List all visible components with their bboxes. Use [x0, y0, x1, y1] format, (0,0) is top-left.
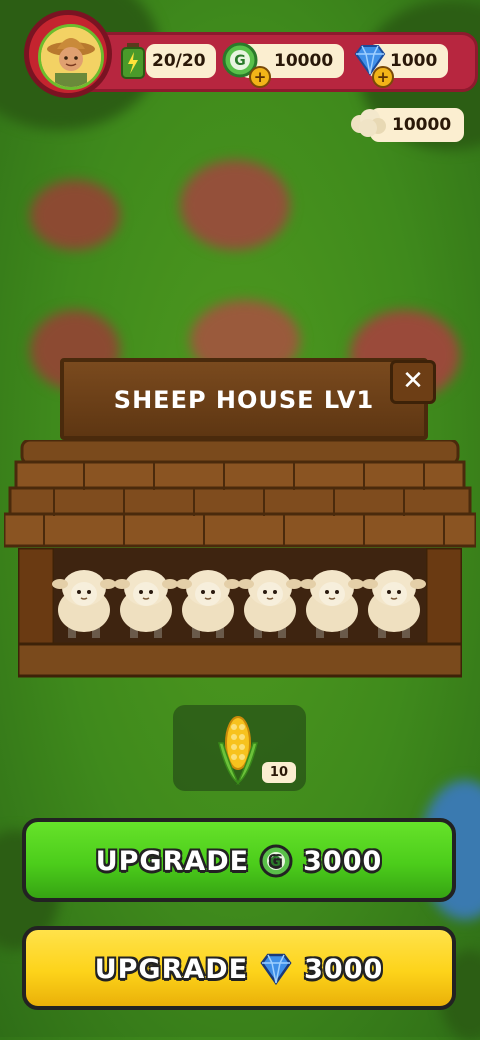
wool-value: 10000 — [392, 115, 452, 135]
sheep-icon[interactable] — [300, 562, 364, 642]
energy-icon — [120, 42, 146, 80]
upgrade-label: UPGRADE — [94, 953, 249, 985]
add-coins-button[interactable]: + — [249, 66, 271, 88]
sheep-house-roof — [2, 438, 478, 550]
wool-icon — [348, 106, 388, 140]
upgrade-price: 3000 — [303, 845, 383, 877]
upgrade-label: UPGRADE — [95, 845, 250, 877]
feed-resource-tile[interactable]: 10 — [173, 705, 306, 791]
svg-text:G: G — [234, 53, 246, 69]
upgrade-price: 3000 — [304, 953, 384, 985]
gem-value: 1000 — [390, 51, 438, 71]
building-title-sign: SHEEP HOUSE LV1 — [60, 358, 428, 440]
coin-icon: G — [259, 844, 293, 878]
sheep-icon[interactable] — [176, 562, 240, 642]
energy-value: 20/20 — [152, 51, 206, 71]
sheep-icon[interactable] — [362, 562, 426, 642]
sheep-icon[interactable] — [114, 562, 178, 642]
farmer-avatar-icon — [38, 24, 104, 90]
add-gems-button[interactable]: + — [372, 66, 394, 88]
close-button[interactable]: ✕ — [390, 360, 436, 404]
top-hud: 20/20 10000 G + 1000 + — [16, 10, 478, 110]
upgrade-with-gems-button[interactable]: UPGRADE 3000 — [22, 926, 456, 1010]
player-avatar[interactable] — [24, 10, 112, 98]
sheep-row — [52, 562, 426, 648]
building-title: SHEEP HOUSE LV1 — [113, 386, 375, 414]
coin-value: 10000 — [274, 51, 334, 71]
upgrade-with-coins-button[interactable]: UPGRADE G 3000 — [22, 818, 456, 902]
sheep-icon[interactable] — [238, 562, 302, 642]
svg-text:G: G — [270, 855, 282, 870]
feed-count: 10 — [261, 762, 296, 783]
corn-icon — [213, 713, 263, 786]
sheep-icon[interactable] — [52, 562, 116, 642]
energy-counter: 20/20 — [146, 44, 216, 78]
gem-icon — [258, 952, 294, 986]
